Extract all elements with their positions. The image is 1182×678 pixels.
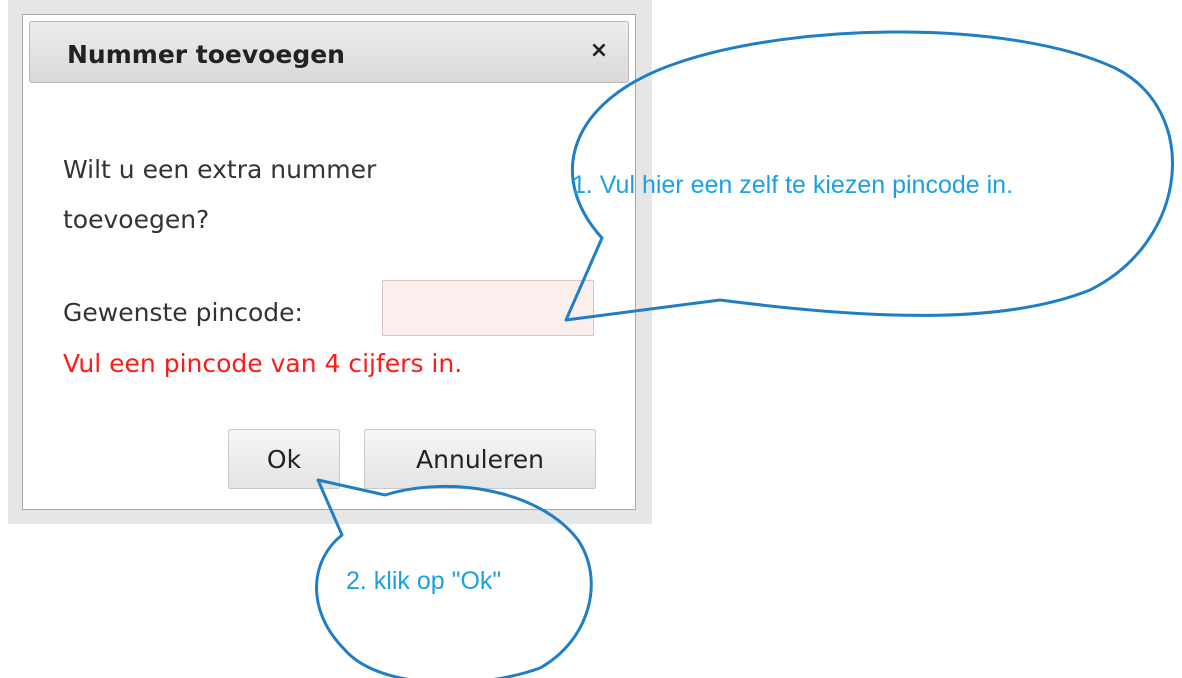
callout-step1-text: 1. Vul hier een zelf te kiezen pincode i… (572, 171, 1014, 199)
screenshot-stage: Nummer toevoegen × Wilt u een extra numm… (0, 0, 1182, 678)
callout-bubbles (315, 30, 1174, 678)
callout-step2-text: 2. klik op "Ok" (346, 567, 502, 595)
